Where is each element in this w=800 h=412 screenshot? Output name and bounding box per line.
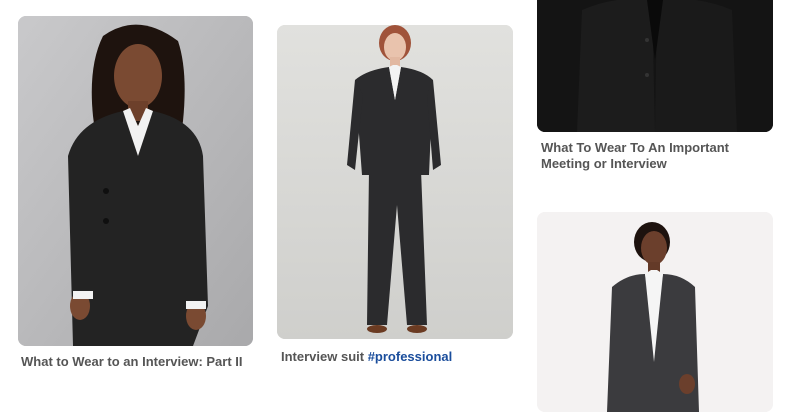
pin-image[interactable] [277, 25, 513, 339]
pin-title[interactable]: What to Wear to an Interview: Part II [21, 354, 251, 370]
hashtag-link[interactable]: #professional [368, 349, 453, 364]
pin-title[interactable]: Interview suit #professional [281, 349, 511, 365]
pin-image[interactable] [537, 212, 773, 412]
pin-title[interactable]: What To Wear To An Important Meeting or … [541, 140, 773, 172]
pin-image[interactable] [537, 0, 773, 132]
pin-title-text: Interview suit [281, 349, 368, 364]
pin-image[interactable] [18, 16, 253, 346]
